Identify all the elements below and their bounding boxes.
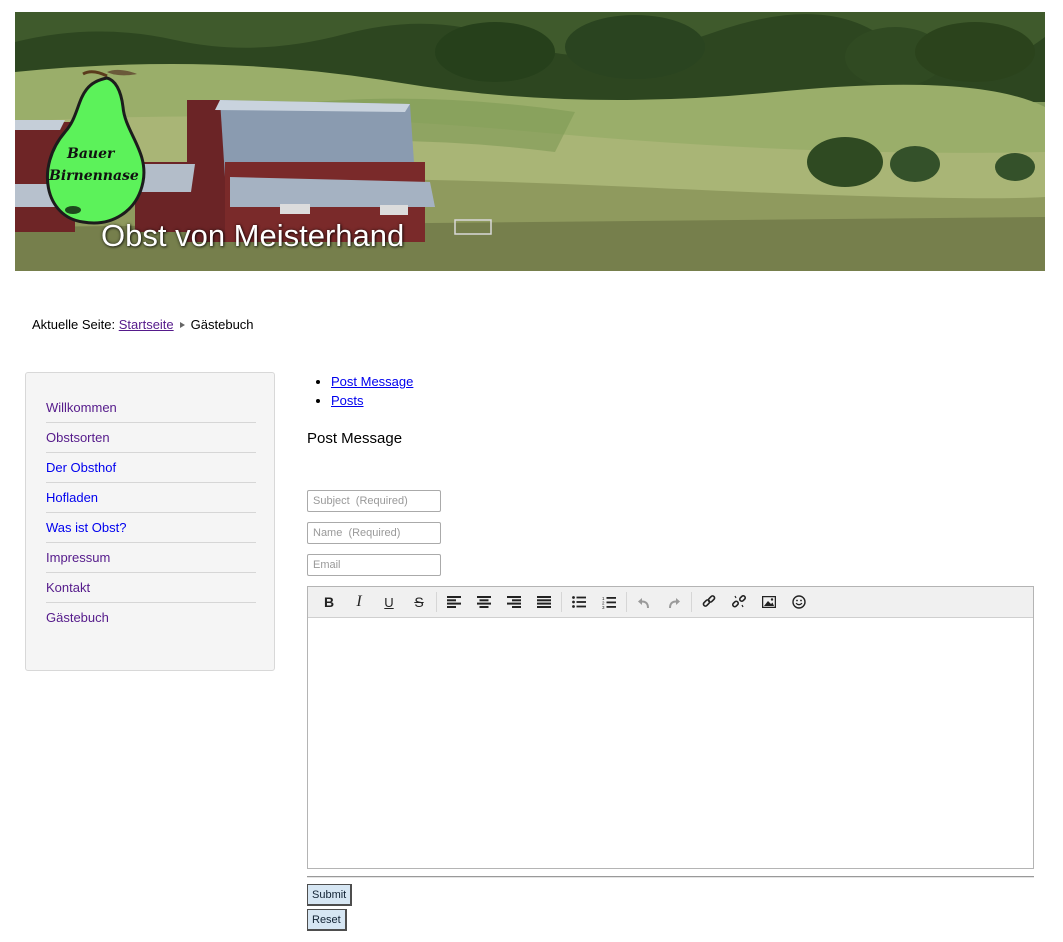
sidebar-link-impressum[interactable]: Impressum <box>46 550 110 565</box>
logo-text-line2: Birnennase <box>49 168 139 184</box>
form-divider <box>307 876 1034 878</box>
toolbar-separator <box>561 592 562 612</box>
reset-button[interactable]: Reset <box>307 909 347 931</box>
strikethrough-icon[interactable]: S <box>404 587 434 617</box>
editor-content-area[interactable] <box>308 618 1033 868</box>
unlink-icon[interactable] <box>724 587 754 617</box>
subject-input[interactable] <box>307 490 441 512</box>
toolbar-separator <box>691 592 692 612</box>
breadcrumb: Aktuelle Seite: Startseite Gästebuch <box>32 317 254 332</box>
sidebar-item-impressum: Impressum <box>46 543 256 573</box>
numbered-list-icon[interactable]: 123 <box>594 587 624 617</box>
image-icon[interactable] <box>754 587 784 617</box>
sidebar-nav: Willkommen Obstsorten Der Obsthof Hoflad… <box>25 372 275 671</box>
sidebar-item-hofladen: Hofladen <box>46 483 256 513</box>
name-input[interactable] <box>307 522 441 544</box>
message-editor: B I U S 123 <box>307 586 1034 869</box>
sidebar-link-obstsorten[interactable]: Obstsorten <box>46 430 110 445</box>
breadcrumb-home-link[interactable]: Startseite <box>119 317 174 332</box>
sidebar-menu: Willkommen Obstsorten Der Obsthof Hoflad… <box>46 393 256 633</box>
sidebar-link-gaestebuch[interactable]: Gästebuch <box>46 610 109 625</box>
link-icon[interactable] <box>694 587 724 617</box>
list-item: Posts <box>331 393 413 412</box>
toolbar-separator <box>626 592 627 612</box>
sidebar-link-kontakt[interactable]: Kontakt <box>46 580 90 595</box>
post-message-link[interactable]: Post Message <box>331 374 413 389</box>
sidebar-item-obstsorten: Obstsorten <box>46 423 256 453</box>
align-justify-icon[interactable] <box>529 587 559 617</box>
section-title: Post Message <box>307 430 403 447</box>
banner-title: Obst von Meisterhand <box>101 218 405 253</box>
sidebar-item-der-obsthof: Der Obsthof <box>46 453 256 483</box>
sidebar-link-der-obsthof[interactable]: Der Obsthof <box>46 460 116 475</box>
align-right-icon[interactable] <box>499 587 529 617</box>
submit-button[interactable]: Submit <box>307 884 353 906</box>
breadcrumb-prefix: Aktuelle Seite: <box>32 317 116 332</box>
bold-icon[interactable]: B <box>314 587 344 617</box>
list-item: Post Message <box>331 374 413 393</box>
logo-text-line1: Bauer <box>67 146 115 162</box>
breadcrumb-current: Gästebuch <box>190 317 254 332</box>
sidebar-link-willkommen[interactable]: Willkommen <box>46 400 117 415</box>
sidebar-item-gaestebuch: Gästebuch <box>46 603 256 633</box>
header-banner: Bauer Birnennase Obst von Meisterhand <box>15 12 1045 271</box>
toolbar-separator <box>436 592 437 612</box>
bullet-list-icon[interactable] <box>564 587 594 617</box>
svg-text:3: 3 <box>602 605 605 609</box>
guestbook-links: Post Message Posts <box>313 374 413 412</box>
email-input[interactable] <box>307 554 441 576</box>
sidebar-item-kontakt: Kontakt <box>46 573 256 603</box>
align-left-icon[interactable] <box>439 587 469 617</box>
italic-icon[interactable]: I <box>344 587 374 617</box>
breadcrumb-separator-icon <box>179 322 185 328</box>
align-center-icon[interactable] <box>469 587 499 617</box>
posts-link[interactable]: Posts <box>331 393 364 408</box>
sidebar-item-was-ist-obst: Was ist Obst? <box>46 513 256 543</box>
emoticon-icon[interactable] <box>784 587 814 617</box>
sidebar-item-willkommen: Willkommen <box>46 393 256 423</box>
sidebar-link-hofladen[interactable]: Hofladen <box>46 490 98 505</box>
redo-icon[interactable] <box>659 587 689 617</box>
editor-toolbar: B I U S 123 <box>308 587 1033 618</box>
undo-icon[interactable] <box>629 587 659 617</box>
sidebar-link-was-ist-obst[interactable]: Was ist Obst? <box>46 520 126 535</box>
underline-icon[interactable]: U <box>374 587 404 617</box>
